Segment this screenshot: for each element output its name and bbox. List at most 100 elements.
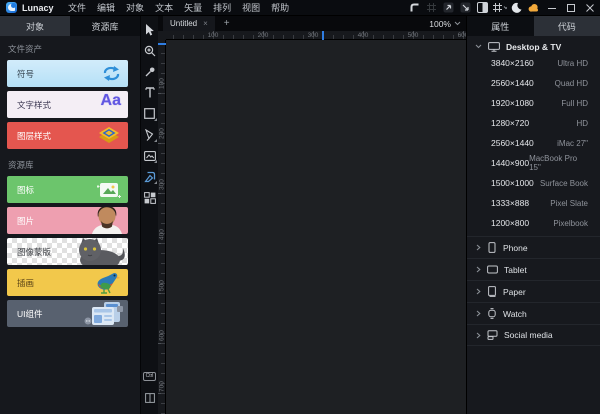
chevron-right-icon — [476, 310, 481, 317]
close-tab-icon[interactable]: × — [203, 19, 208, 28]
section-paper[interactable]: Paper — [467, 280, 600, 302]
zoom-tool[interactable] — [141, 40, 159, 61]
collapsed-sections: Phone Tablet Paper Watch Social media — [467, 236, 600, 346]
ctrl-key-icon: Ctrl — [142, 372, 157, 381]
phone-icon — [488, 242, 496, 253]
desktop-tv-icon — [488, 41, 500, 52]
h-ruler-label: 400 — [357, 32, 369, 39]
bird-illustration — [94, 271, 120, 296]
layers-icon — [98, 126, 120, 149]
preset-row[interactable]: 3840×2160 Ultra HD — [467, 53, 600, 73]
zoom-level-control[interactable]: 100% — [429, 19, 461, 29]
asset-card-illustrations[interactable]: 插画 — [7, 269, 128, 296]
canvas[interactable] — [166, 40, 466, 414]
chevron-right-icon — [476, 266, 481, 273]
components-tool[interactable] — [141, 187, 159, 208]
eyedropper-tool[interactable] — [141, 61, 159, 82]
asset-card-icons[interactable]: 图标 — [7, 176, 128, 203]
menu-edit[interactable]: 编辑 — [92, 0, 121, 16]
menu-vector[interactable]: 矢量 — [179, 0, 208, 16]
document-tab[interactable]: Untitled × — [163, 16, 215, 31]
preset-row[interactable]: 1500×1000 Surface Book — [467, 173, 600, 193]
asset-card-image-masks[interactable]: 图像蒙版 — [7, 238, 128, 265]
preset-row[interactable]: 1280×720 HD — [467, 113, 600, 133]
preset-row[interactable]: 1440×900 MacBook Pro 15" — [467, 153, 600, 173]
pixel-grid-icon[interactable] — [492, 1, 507, 15]
left-panel-tabs: 对象 资源库 — [0, 16, 140, 36]
section-tablet[interactable]: Tablet — [467, 258, 600, 280]
preset-row[interactable]: 1200×800 Pixelbook — [467, 213, 600, 233]
social-media-icon — [487, 330, 498, 340]
asset-card-symbols[interactable]: 符号 — [7, 60, 128, 87]
maximize-button[interactable] — [562, 1, 579, 15]
cloud-sync-icon[interactable] — [526, 1, 541, 15]
library-title: 资源库 — [8, 160, 34, 170]
section-label: Desktop & TV — [506, 41, 562, 52]
section-social-media[interactable]: Social media — [467, 324, 600, 346]
horizontal-ruler[interactable]: 100 200 300 400 500 600 — [166, 31, 468, 40]
layout-columns-button[interactable] — [141, 387, 159, 408]
pen-tool[interactable] — [141, 124, 159, 145]
new-tab-button[interactable]: + — [224, 16, 230, 31]
properties-panel: Desktop & TV 3840×2160 Ultra HD 2560×144… — [466, 36, 600, 414]
asset-card-ui-kits[interactable]: UI组件 — [7, 300, 128, 327]
h-ruler-label: 100 — [207, 32, 219, 39]
grid-faded-icon[interactable] — [424, 1, 439, 15]
chevron-right-icon — [476, 332, 481, 338]
sync-arrows-icon — [101, 65, 122, 87]
menu-arrange[interactable]: 排列 — [208, 0, 237, 16]
select-tool[interactable] — [141, 19, 159, 40]
preset-row[interactable]: 1920×1080 Full HD — [467, 93, 600, 113]
ruler-cursor-marker — [322, 31, 324, 40]
h-ruler-label: 300 — [307, 32, 319, 39]
section-phone[interactable]: Phone — [467, 236, 600, 258]
zoom-to-fit-icon[interactable] — [441, 1, 456, 15]
menu-help[interactable]: 帮助 — [266, 0, 295, 16]
preset-row[interactable]: 2560×1440 iMac 27" — [467, 133, 600, 153]
rectangle-tool[interactable] — [141, 103, 159, 124]
contrast-view-icon[interactable] — [475, 1, 490, 15]
tab-objects[interactable]: 对象 — [0, 16, 70, 36]
assets-panel: 文件资产 符号 文字样式 Aa 图层样式 资源库 图标 图片 图像蒙版 插画 U… — [0, 36, 140, 414]
ruler-corner — [158, 31, 166, 40]
preset-row[interactable]: 1333×888 Pixel Slate — [467, 193, 600, 213]
chevron-right-icon — [476, 244, 481, 251]
zoom-to-selection-icon[interactable] — [458, 1, 473, 15]
h-ruler-label: 500 — [407, 32, 419, 39]
close-button[interactable] — [581, 1, 598, 15]
section-desktop-tv[interactable]: Desktop & TV — [467, 40, 600, 53]
paper-icon — [488, 286, 496, 297]
asset-card-photos[interactable]: 图片 — [7, 207, 128, 234]
shortcuts-ctrl-button[interactable]: Ctrl — [141, 366, 159, 387]
tab-properties[interactable]: 属性 — [467, 16, 534, 36]
minimize-button[interactable] — [543, 1, 560, 15]
tool-strip: Ctrl — [140, 16, 158, 414]
tab-assets[interactable]: 资源库 — [70, 16, 140, 36]
tab-code[interactable]: 代码 — [533, 16, 600, 36]
chevron-right-icon — [476, 288, 481, 295]
corner-radius-icon[interactable] — [407, 1, 422, 15]
menu-file[interactable]: 文件 — [63, 0, 92, 16]
asset-card-layer-styles[interactable]: 图层样式 — [7, 122, 128, 149]
menu-view[interactable]: 视图 — [237, 0, 266, 16]
vertical-ruler[interactable]: 100 200 300 400 500 600 700 — [158, 40, 166, 414]
lunacy-window: Lunacy 文件 编辑 对象 文本 矢量 排列 视图 帮助 对象 资源库 文件… — [0, 0, 600, 414]
section-watch[interactable]: Watch — [467, 302, 600, 324]
zoom-level-value: 100% — [429, 18, 451, 29]
cat-photo-on-transparency — [70, 238, 128, 265]
man-photo — [84, 207, 128, 234]
menu-text[interactable]: 文本 — [150, 0, 179, 16]
artboard-tool[interactable] — [141, 166, 159, 187]
watch-icon — [488, 308, 496, 319]
image-tool[interactable] — [141, 145, 159, 166]
text-styles-preview: Aa — [100, 92, 121, 109]
ruler-cursor-marker — [158, 43, 166, 45]
text-tool[interactable] — [141, 82, 159, 103]
preset-row[interactable]: 2560×1440 Quad HD — [467, 73, 600, 93]
menu-object[interactable]: 对象 — [121, 0, 150, 16]
asset-card-text-styles[interactable]: 文字样式 Aa — [7, 91, 128, 118]
tablet-icon — [487, 265, 498, 274]
file-assets-title: 文件资产 — [8, 44, 43, 54]
dark-theme-moon-icon[interactable] — [509, 1, 524, 15]
h-ruler-label: 200 — [257, 32, 269, 39]
